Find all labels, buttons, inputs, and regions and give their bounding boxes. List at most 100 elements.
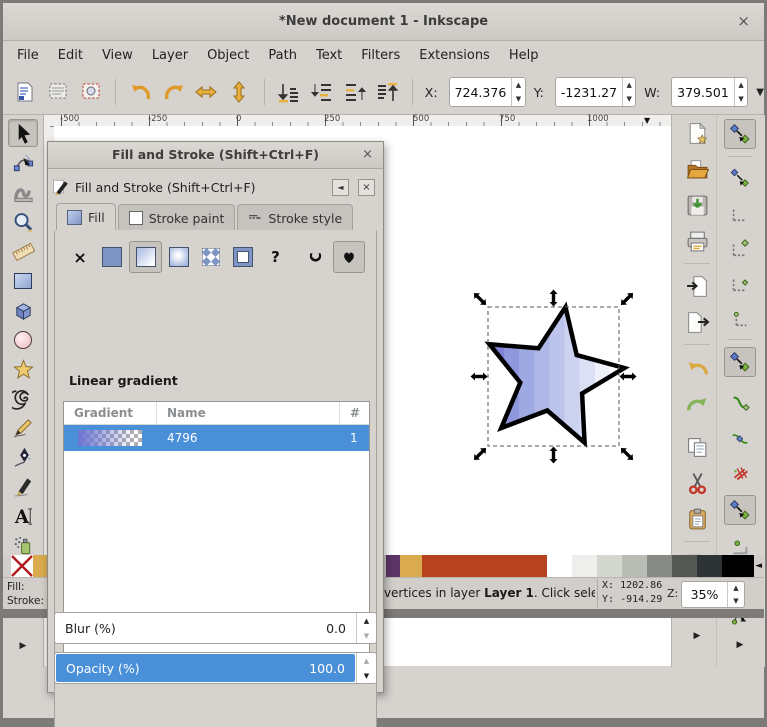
redo-button[interactable] (683, 389, 711, 417)
gradient-row-selected[interactable]: 4796 1 (64, 425, 369, 451)
menu-edit[interactable]: Edit (58, 48, 83, 63)
menu-layer[interactable]: Layer (152, 48, 188, 63)
import-button[interactable] (683, 272, 711, 300)
pencil-tool[interactable] (9, 415, 37, 441)
paint-flat-button[interactable] (97, 242, 127, 272)
snap-nodes-toggle[interactable] (724, 347, 756, 377)
paint-linear-gradient-button[interactable] (129, 241, 161, 273)
paint-unknown-button[interactable]: ? (260, 242, 290, 272)
zoom-spin-buttons[interactable]: ▲▼ (727, 582, 744, 607)
palette-swatch[interactable] (386, 555, 400, 577)
flip-vertical-button[interactable] (227, 79, 252, 105)
spin-up-icon[interactable]: ▲ (728, 582, 744, 595)
window-close-button[interactable]: × (737, 3, 750, 40)
palette-swatch[interactable] (597, 555, 622, 577)
spin-down-icon[interactable]: ▼ (623, 92, 635, 106)
palette-swatch[interactable] (647, 555, 672, 577)
raise-button[interactable] (342, 79, 367, 105)
select-all-button[interactable] (13, 79, 38, 105)
w-spinbox[interactable]: 379.501 ▲▼ (671, 77, 748, 107)
palette-swatch[interactable] (697, 555, 722, 577)
spin-up-icon[interactable]: ▲ (512, 78, 524, 92)
spin-up-icon[interactable]: ▲ (735, 78, 747, 92)
tweak-tool[interactable] (9, 180, 37, 206)
box3d-tool[interactable] (9, 297, 37, 323)
deselect-button[interactable] (79, 79, 104, 105)
zoom-value[interactable]: 35% (682, 582, 727, 607)
blur-slider[interactable]: Blur (%) 0.0 (55, 613, 356, 643)
spiral-tool[interactable] (9, 386, 37, 412)
paint-swatch-button[interactable] (228, 242, 258, 272)
print-button[interactable] (683, 227, 711, 255)
y-spinbox[interactable]: -1231.27 ▲▼ (555, 77, 636, 107)
snap-enable-toggle[interactable] (724, 119, 756, 149)
x-spinbox[interactable]: 724.376 ▲▼ (449, 77, 526, 107)
raise-to-top-button[interactable] (375, 79, 400, 105)
spin-up-icon[interactable]: ▲ (623, 78, 635, 92)
menu-file[interactable]: File (17, 48, 39, 63)
open-document-button[interactable] (683, 155, 711, 183)
new-document-button[interactable] (683, 119, 711, 147)
spin-up-icon[interactable]: ▲ (357, 653, 376, 668)
spin-down-icon[interactable]: ▼ (357, 668, 376, 683)
undo-button[interactable] (683, 353, 711, 381)
save-document-button[interactable] (683, 191, 711, 219)
duplicate-button[interactable] (683, 433, 711, 461)
blur-slider-row[interactable]: Blur (%) 0.0 ▲▼ (54, 612, 377, 644)
zoom-spinbox[interactable]: 35% ▲▼ (681, 581, 745, 608)
zoom-tool[interactable] (9, 209, 37, 235)
palette-swatch[interactable] (33, 555, 47, 577)
blur-value[interactable]: 0.0 (326, 621, 346, 636)
lower-to-bottom-button[interactable] (277, 79, 302, 105)
titlebar[interactable]: *New document 1 - Inkscape × (3, 3, 764, 41)
menu-text[interactable]: Text (316, 48, 342, 63)
palette-swatch-none[interactable] (11, 555, 33, 577)
export-button[interactable] (683, 308, 711, 336)
fill-rule-nonzero-button[interactable] (333, 241, 365, 273)
snap-expand-button[interactable]: ▶ (725, 637, 755, 653)
palette-swatch[interactable] (572, 555, 597, 577)
snap-intersection-hash-toggle[interactable] (725, 460, 755, 488)
snap-path-intersections-toggle[interactable] (725, 425, 755, 453)
y-value[interactable]: -1231.27 (556, 78, 622, 106)
dialog-titlebar[interactable]: Fill and Stroke (Shift+Ctrl+F) × (48, 142, 383, 169)
spin-up-icon[interactable]: ▲ (357, 613, 376, 628)
column-gradient[interactable]: Gradient (64, 402, 157, 424)
menu-object[interactable]: Object (207, 48, 249, 63)
snap-edge-midpoints-toggle[interactable] (725, 269, 755, 297)
palette-swatch[interactable] (422, 555, 547, 577)
cut-button[interactable] (683, 469, 711, 497)
paint-pattern-button[interactable] (196, 242, 226, 272)
w-spin-buttons[interactable]: ▲▼ (734, 78, 747, 106)
x-spin-buttons[interactable]: ▲▼ (511, 78, 524, 106)
toolbox-expand-button[interactable]: ▶ (9, 633, 37, 659)
snap-bbox-toggle[interactable] (725, 164, 755, 192)
snap-others-toggle[interactable] (724, 495, 756, 525)
lower-button[interactable] (309, 79, 334, 105)
y-spin-buttons[interactable]: ▲▼ (622, 78, 635, 106)
menu-filters[interactable]: Filters (361, 48, 400, 63)
paint-radial-gradient-button[interactable] (164, 242, 194, 272)
snap-bbox-edges-toggle[interactable] (725, 199, 755, 227)
fill-rule-evenodd-button[interactable] (301, 242, 331, 272)
select-all-layers-button[interactable] (46, 79, 71, 105)
flip-horizontal-button[interactable] (194, 79, 219, 105)
text-tool[interactable]: A (9, 503, 37, 529)
x-value[interactable]: 724.376 (450, 78, 512, 106)
palette-swatch[interactable] (672, 555, 697, 577)
snap-path-toggle[interactable] (725, 390, 755, 418)
paint-none-button[interactable]: × (65, 242, 95, 272)
selector-tool[interactable] (8, 119, 38, 147)
rotate-ccw-button[interactable] (128, 79, 153, 105)
menu-extensions[interactable]: Extensions (419, 48, 490, 63)
pen-tool[interactable] (9, 444, 37, 470)
palette-scroll-left-icon[interactable]: ◄ (755, 555, 762, 577)
star-shape[interactable] (489, 307, 624, 443)
calligraphy-tool[interactable] (9, 474, 37, 500)
spin-down-icon[interactable]: ▼ (735, 92, 747, 106)
palette-swatch[interactable] (722, 555, 754, 577)
rotate-cw-button[interactable] (161, 79, 186, 105)
snap-bbox-corners-toggle[interactable] (725, 234, 755, 262)
toolbar-overflow-arrow-icon[interactable]: ▼ (756, 87, 764, 98)
opacity-spin-buttons[interactable]: ▲▼ (356, 653, 376, 683)
